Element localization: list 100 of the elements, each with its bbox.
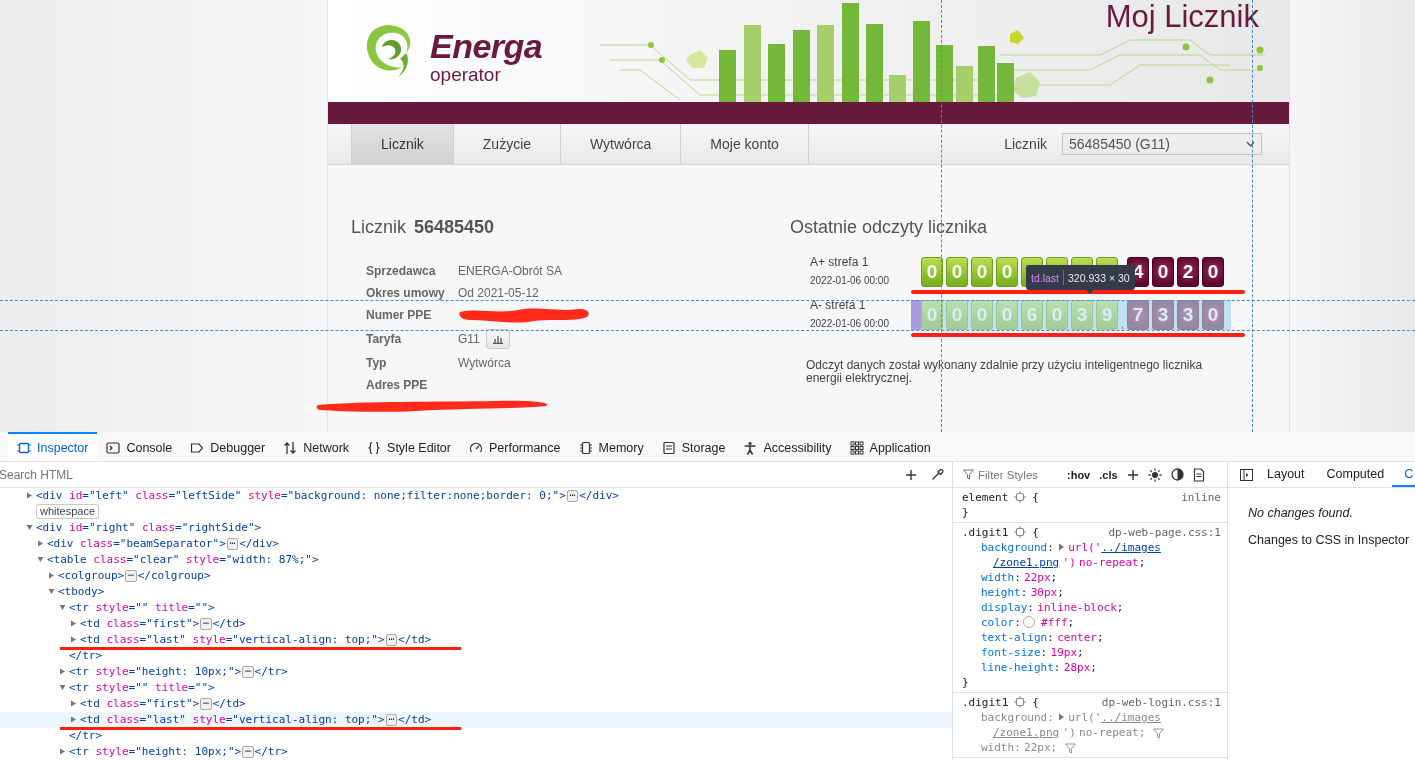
devtools-tab[interactable]: Inspector xyxy=(8,432,98,461)
nav-tab[interactable]: Licznik xyxy=(351,124,453,164)
declaration[interactable]: display: inline-block; xyxy=(962,600,1221,615)
declaration[interactable]: background: url('../images /zone1.png ') no-repeat; xyxy=(962,540,1221,570)
sidebar-tab[interactable]: C xyxy=(1392,462,1415,487)
devtools-tab[interactable]: Style Editor xyxy=(358,432,460,461)
collapsed-badge[interactable]: ⋯ xyxy=(242,746,254,758)
caret-right-icon[interactable] xyxy=(70,716,77,723)
collapsed-badge[interactable]: ⋯ xyxy=(125,570,137,582)
rule-source[interactable]: inline xyxy=(1181,489,1221,505)
field-label: Numer PPE xyxy=(366,308,433,322)
caret-right-icon[interactable] xyxy=(70,700,77,707)
declaration[interactable]: width: 22px; xyxy=(962,570,1221,585)
declaration[interactable]: text-align: center; xyxy=(962,630,1221,645)
devtools-tab[interactable]: Console xyxy=(97,432,182,461)
attribute-name: id xyxy=(69,489,83,502)
funnel-icon[interactable] xyxy=(1065,742,1077,754)
caret-right-icon[interactable] xyxy=(37,540,44,547)
caret-down-icon[interactable] xyxy=(26,524,33,531)
sidebar-toggle-icon[interactable] xyxy=(1240,468,1253,481)
selected-row[interactable]: <td class="last" style="vertical-align: top;"> ⋯ </td> xyxy=(0,712,952,728)
caret-down-icon[interactable] xyxy=(59,684,66,691)
funnel-icon[interactable] xyxy=(1153,727,1165,739)
caret-right-icon[interactable] xyxy=(1057,543,1065,551)
crosshair-icon[interactable] xyxy=(1014,491,1027,503)
caret-down-icon[interactable] xyxy=(59,604,66,611)
crosshair-icon[interactable] xyxy=(1014,526,1027,538)
changes-hint: Changes to CSS in Inspector xyxy=(1248,533,1411,547)
collapsed-badge[interactable]: ⋯ xyxy=(242,666,254,678)
tag-name: <tr xyxy=(69,665,89,678)
filter-field[interactable]: Filter Styles xyxy=(953,468,1058,481)
tag-name: <div xyxy=(36,489,63,502)
sun-icon[interactable] xyxy=(1147,467,1162,482)
declaration[interactable]: height: 30px; xyxy=(962,585,1221,600)
chart-button[interactable] xyxy=(485,329,510,349)
attribute-name: style xyxy=(95,745,129,758)
devtools-tab[interactable]: Network xyxy=(274,432,359,461)
toggle-button[interactable]: .cls xyxy=(1099,468,1118,481)
plus-icon[interactable] xyxy=(1126,468,1139,481)
color-swatch[interactable] xyxy=(1022,616,1035,628)
caret-right-icon[interactable] xyxy=(70,620,77,627)
toggle-button[interactable]: :hov xyxy=(1067,468,1091,481)
caret-right-icon[interactable] xyxy=(70,636,77,643)
collapsed-badge[interactable]: ⋯ xyxy=(200,618,212,630)
caret-right-icon[interactable] xyxy=(59,748,66,755)
reading-date: 2022-01-06 00:00 xyxy=(810,317,890,331)
reading-label: A+ strefa 1 xyxy=(810,255,870,270)
rule-source[interactable]: dp-web-login.css:1 xyxy=(1101,694,1221,710)
caret-right-icon[interactable] xyxy=(26,492,33,499)
collapsed-badge[interactable]: ⋯ xyxy=(385,634,398,646)
declaration[interactable]: color: #fff; xyxy=(962,615,1221,630)
declaration[interactable]: background: url('../images /zone1.png ') no-repeat; xyxy=(962,710,1221,740)
caret-right-icon[interactable] xyxy=(59,668,66,675)
sidebar-tab[interactable]: Layout xyxy=(1253,462,1313,487)
nav-tab[interactable]: Moje konto xyxy=(680,124,809,164)
field-value: Wytwórca xyxy=(458,356,511,370)
attribute-name: id xyxy=(69,521,83,534)
devtools-tab[interactable]: Memory xyxy=(569,432,653,461)
collapsed-badge[interactable]: ⋯ xyxy=(200,698,212,710)
meter-select[interactable]: 56485450 (G11) xyxy=(1062,133,1262,155)
closing-tag: </tr> xyxy=(69,649,103,662)
reading-note: Odczyt danych został wykonany zdalnie przy użyciu inteligentnego licznika energii elektrycznej. xyxy=(806,359,1204,385)
tag-bracket: > xyxy=(559,489,566,502)
devtools-tab[interactable]: Accessibility xyxy=(734,432,841,461)
eyedropper-icon[interactable] xyxy=(931,468,944,481)
devtools-tab[interactable]: Application xyxy=(840,432,940,461)
caret-down-icon[interactable] xyxy=(37,556,44,563)
search-field[interactable]: Search HTML xyxy=(0,466,891,483)
closing-tag: </tr> xyxy=(254,665,288,678)
declaration[interactable]: font-size: 19px; xyxy=(962,645,1221,660)
bar-chart-icon xyxy=(491,334,504,344)
devtools-tab[interactable]: Performance xyxy=(459,432,570,461)
tag-icon xyxy=(190,440,205,455)
attribute-name: class xyxy=(106,713,140,726)
devtools-tab[interactable]: Debugger xyxy=(181,432,275,461)
contrast-icon[interactable] xyxy=(1170,468,1184,481)
plus-icon[interactable] xyxy=(905,468,917,481)
tag-bracket: > xyxy=(97,585,105,598)
field-label: Typ xyxy=(366,356,388,370)
rule-source[interactable]: dp-web-page.css:1 xyxy=(1108,524,1221,540)
nav-tab[interactable]: Wytwórca xyxy=(560,124,681,164)
caret-right-icon[interactable] xyxy=(48,572,55,579)
declaration[interactable]: line-height: 28px; xyxy=(962,660,1221,675)
crosshair-icon[interactable] xyxy=(1014,696,1027,708)
declaration[interactable]: width: 22px; xyxy=(962,740,1221,755)
collapsed-badge[interactable]: ⋯ xyxy=(385,714,398,726)
tag-bracket: > xyxy=(254,521,262,534)
caret-right-icon[interactable] xyxy=(1057,713,1065,721)
sidebar-tab[interactable]: Computed xyxy=(1312,462,1393,487)
attribute-value: ="beamSeparator" xyxy=(113,537,220,550)
attribute-value: ="height: 10px;" xyxy=(128,745,235,758)
caret-down-icon[interactable] xyxy=(48,588,55,595)
rule-brace: } xyxy=(962,505,970,520)
collapsed-badge[interactable]: ⋯ xyxy=(566,490,579,502)
meter-digit: 0 xyxy=(971,300,993,330)
nav-tab[interactable]: Zużycie xyxy=(452,124,561,164)
attribute-value: ="vertical-align: top;" xyxy=(225,633,378,646)
devtools-tab[interactable]: Storage xyxy=(652,432,735,461)
collapsed-badge[interactable]: ⋯ xyxy=(226,538,239,550)
document-icon[interactable] xyxy=(1192,467,1205,482)
